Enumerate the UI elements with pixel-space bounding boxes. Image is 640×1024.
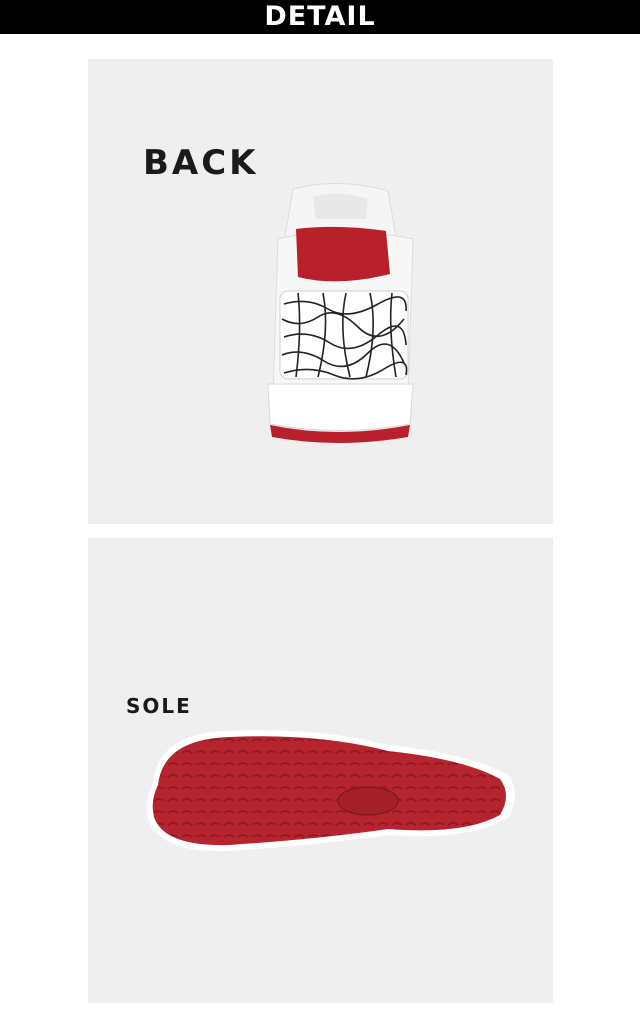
- sole-detail-panel: SOLE: [88, 538, 553, 1003]
- shoe-back-image: [267, 183, 414, 443]
- page-title: DETAIL: [264, 1, 376, 32]
- back-label: BACK: [143, 143, 259, 183]
- header-bar: DETAIL: [0, 0, 640, 34]
- shoe-sole-image: [146, 730, 516, 852]
- back-detail-panel: BACK: [88, 59, 553, 524]
- sole-label: SOLE: [126, 694, 192, 718]
